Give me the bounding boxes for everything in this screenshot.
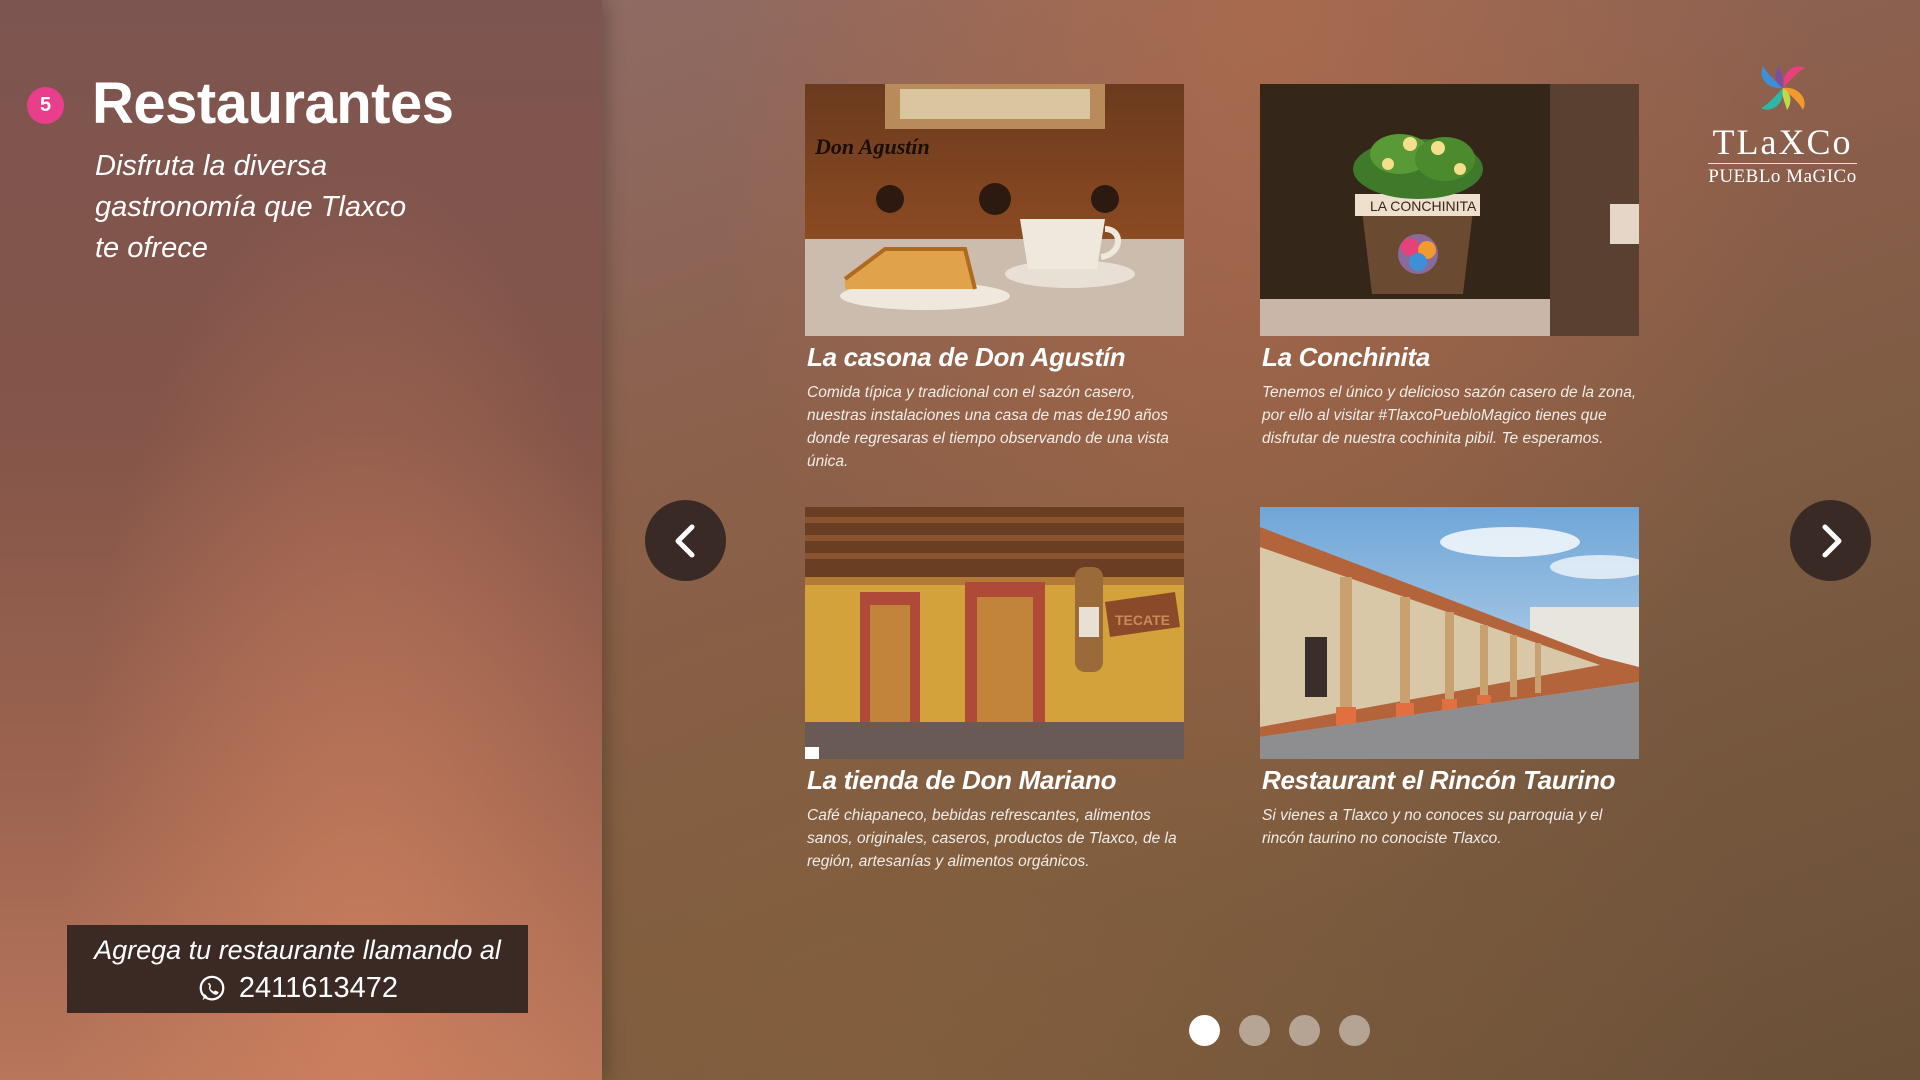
pagination-dot-3[interactable] bbox=[1289, 1015, 1320, 1046]
chevron-left-icon bbox=[675, 524, 694, 557]
callout-text: Agrega tu restaurante llamando al bbox=[94, 935, 501, 965]
sidebar-panel: 5 Restaurantes Disfruta la diversa gastr… bbox=[0, 0, 602, 1080]
photo-sign-text: TECATE bbox=[1115, 612, 1170, 628]
restaurant-photo[interactable]: Don Agustín bbox=[805, 84, 1184, 336]
logo-tagline: PUEBLo MaGICo bbox=[1708, 166, 1857, 187]
tlaxco-logo: TLaXCo PUEBLo MaGICo bbox=[1700, 55, 1865, 205]
restaurant-card[interactable]: Restaurant el Rincón Taurino Si vienes a… bbox=[1260, 507, 1640, 850]
restaurant-card[interactable]: Don Agustín La casona de Don Agustín Com… bbox=[805, 84, 1185, 473]
photo-sign-text: LA CONCHINITA bbox=[1370, 198, 1477, 214]
restaurant-photo[interactable]: LA CONCHINITA bbox=[1260, 84, 1639, 336]
photo-sign-text: Don Agustín bbox=[814, 134, 930, 159]
restaurant-name[interactable]: La Conchinita bbox=[1262, 342, 1640, 373]
restaurant-description: Café chiapaneco, bebidas refrescantes, a… bbox=[807, 807, 1177, 870]
carousel-pagination bbox=[1189, 1015, 1370, 1046]
restaurant-name[interactable]: La tienda de Don Mariano bbox=[807, 765, 1185, 796]
restaurant-description: Si vienes a Tlaxco y no conoces su parro… bbox=[1262, 807, 1603, 847]
logo-divider bbox=[1708, 163, 1857, 164]
add-restaurant-callout: Agrega tu restaurante llamando al 241161… bbox=[67, 925, 528, 1013]
callout-phone-number[interactable]: 2411613472 bbox=[239, 972, 398, 1005]
whatsapp-icon bbox=[199, 975, 225, 1000]
pagination-dot-4[interactable] bbox=[1339, 1015, 1370, 1046]
callout-phone-row[interactable]: 2411613472 bbox=[67, 972, 528, 1005]
restaurant-name[interactable]: Restaurant el Rincón Taurino bbox=[1262, 765, 1640, 796]
restaurant-description: Comida típica y tradicional con el sazón… bbox=[807, 384, 1169, 470]
restaurant-photo[interactable]: TECATE bbox=[805, 507, 1184, 759]
logo-wordmark: TLaXCo bbox=[1712, 122, 1853, 162]
restaurant-card[interactable]: LA CONCHINITA La Conchinita Tenemos el ú… bbox=[1260, 84, 1640, 450]
restaurant-card[interactable]: TECATE La tienda de Don Mariano Café chi… bbox=[805, 507, 1185, 873]
next-button[interactable] bbox=[1790, 500, 1871, 581]
restaurant-name[interactable]: La casona de Don Agustín bbox=[807, 342, 1185, 373]
pagination-dot-1[interactable] bbox=[1189, 1015, 1220, 1046]
section-number-badge: 5 bbox=[27, 87, 64, 124]
restaurant-description: Tenemos el único y delicioso sazón caser… bbox=[1262, 384, 1637, 447]
pinwheel-logo-icon bbox=[1760, 66, 1805, 110]
pagination-dot-2[interactable] bbox=[1239, 1015, 1270, 1046]
restaurant-photo[interactable] bbox=[1260, 507, 1639, 759]
page-subtitle: Disfruta la diversa gastronomía que Tlax… bbox=[95, 150, 407, 264]
previous-button[interactable] bbox=[645, 500, 726, 581]
page-title: Restaurantes bbox=[92, 71, 454, 136]
chevron-right-icon bbox=[1822, 524, 1841, 557]
